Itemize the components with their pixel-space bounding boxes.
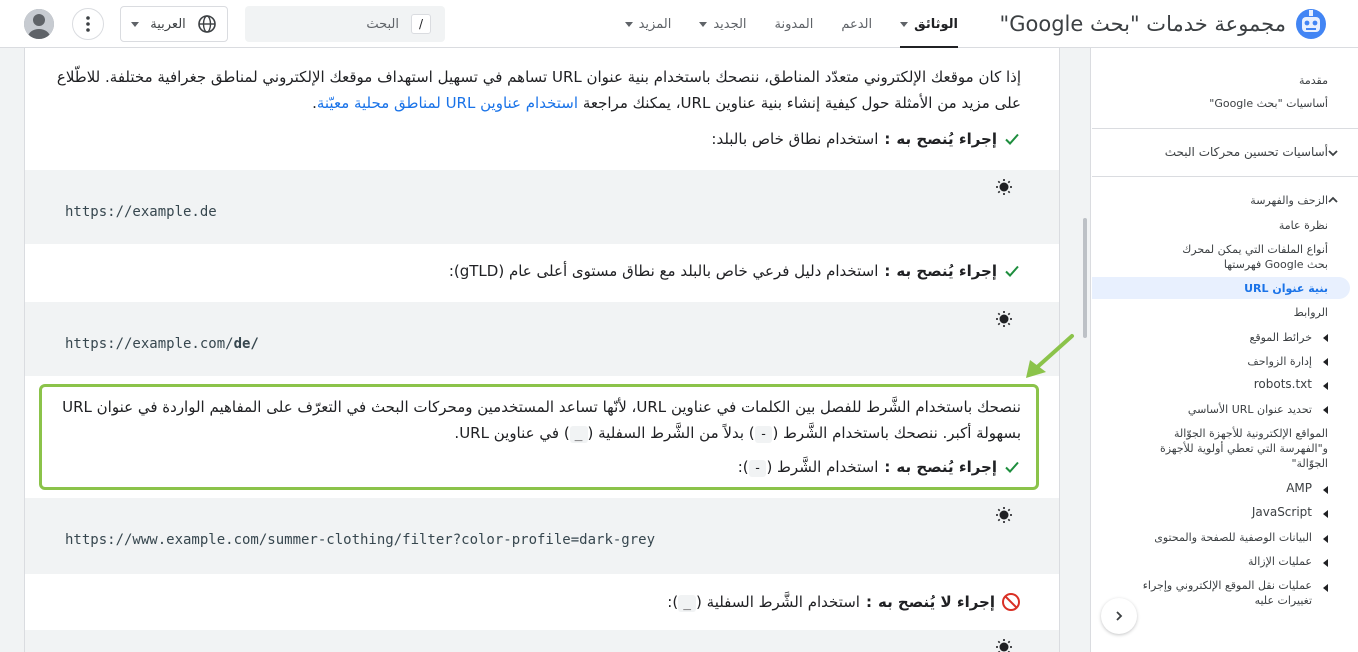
sidebar-item-amp[interactable]: AMP <box>1108 481 1312 496</box>
divider <box>1092 128 1358 129</box>
nav-support[interactable]: الدعم <box>841 0 872 48</box>
globe-icon <box>198 15 216 33</box>
theme-toggle-icon[interactable] <box>995 310 1013 328</box>
expand-arrow-icon[interactable] <box>1323 535 1328 543</box>
sidebar-heading-crawl[interactable]: الزحف والفهرسة <box>1250 194 1328 207</box>
sidebar-item-basics[interactable]: أساسيات "بحث Google" <box>1108 96 1328 111</box>
nav-new[interactable]: الجديد <box>699 0 747 48</box>
sidebar-item-file-types[interactable]: أنواع الملفات التي يمكن لمحرك بحث Google… <box>1158 242 1328 272</box>
chevron-up-icon[interactable] <box>1327 194 1339 206</box>
underscore-chip: _ <box>678 595 697 612</box>
brand[interactable]: مجموعة خدمات "بحث Google" <box>1000 6 1328 42</box>
code-block-2: https://example.com/de/ <box>25 302 1059 376</box>
code-line: https://example.com/de/ <box>65 336 259 352</box>
sidebar-item-mobile[interactable]: المواقع الإلكترونية للأجهزة الجوّالة و"ا… <box>1148 426 1328 471</box>
more-vert-icon <box>86 16 90 32</box>
recommended-text: استخدام دليل فرعي خاص بالبلد مع نطاق مست… <box>448 262 879 280</box>
sidebar-item-site-moves[interactable]: عمليات نقل الموقع الإلكتروني وإجراء تغيي… <box>1132 578 1312 608</box>
google-search-central-logo-icon <box>1296 9 1326 39</box>
code-line: https://www.example.com/summer-clothing/… <box>65 532 656 548</box>
expand-arrow-icon[interactable] <box>1323 406 1328 414</box>
recommended-2: إجراء يُنصح به: استخدام دليل فرعي خاص با… <box>449 262 1021 280</box>
code-block-1: https://example.de <box>25 170 1059 244</box>
expand-arrow-icon[interactable] <box>1323 334 1328 342</box>
intro-paragraph: إذا كان موقعك الإلكتروني متعدّد المناطق،… <box>56 68 1021 112</box>
sidebar-item-javascript[interactable]: JavaScript <box>1108 505 1312 520</box>
sidebar-item-metadata[interactable]: البيانات الوصفية للصفحة والمحتوى <box>1108 530 1312 545</box>
theme-toggle-icon[interactable] <box>995 638 1013 652</box>
nav-docs-label: الوثائق <box>914 16 958 32</box>
code-block-4 <box>25 630 1059 652</box>
expand-arrow-icon[interactable] <box>1323 510 1328 518</box>
recommended-label: إجراء يُنصح به <box>896 262 997 280</box>
code-block-3: https://www.example.com/summer-clothing/… <box>25 498 1059 574</box>
left-nav-sidebar: مقدمة أساسيات "بحث Google" أساسيات تحسين… <box>1083 48 1358 652</box>
more-options-button[interactable] <box>72 8 104 40</box>
top-header: مجموعة خدمات "بحث Google" الوثائق الدعم … <box>0 0 1358 48</box>
language-select[interactable]: العربية <box>120 6 228 42</box>
sidebar-item-removals[interactable]: عمليات الإزالة <box>1108 554 1312 569</box>
sidebar-item-links[interactable]: الروابط <box>1108 305 1328 320</box>
localized-urls-link[interactable]: استخدام عناوين URL لمناطق محلية معيّنة <box>317 94 578 112</box>
chevron-down-icon[interactable] <box>1327 147 1339 159</box>
search-placeholder: البحث <box>366 16 399 32</box>
expand-arrow-icon[interactable] <box>1323 486 1328 494</box>
nav-more[interactable]: المزيد <box>624 0 672 48</box>
theme-toggle-icon[interactable] <box>995 178 1013 196</box>
annotation-arrow-icon <box>1026 334 1074 378</box>
sidebar-heading-seo[interactable]: أساسيات تحسين محركات البحث <box>1165 145 1328 159</box>
sidebar-item-crawlers[interactable]: إدارة الزواحف <box>1108 354 1312 369</box>
sidebar-item-overview[interactable]: نظرة عامة <box>1108 218 1328 233</box>
sidebar-scrollbar[interactable] <box>1083 218 1087 338</box>
search-input[interactable]: / البحث <box>245 6 445 42</box>
not-recommended-text: استخدام الشَّرط السفلية ( <box>696 593 860 611</box>
chevron-right-icon <box>1116 611 1123 621</box>
sidebar-item-robots[interactable]: robots.txt <box>1108 377 1312 392</box>
nav-support-label: الدعم <box>841 16 873 32</box>
sidebar-item-canonical[interactable]: تحديد عنوان URL الأساسي <box>1108 402 1312 417</box>
expand-arrow-icon[interactable] <box>1323 382 1328 390</box>
code-line: https://example.de <box>65 204 217 220</box>
block-icon <box>1002 593 1020 611</box>
chevron-down-icon <box>131 21 139 27</box>
sidebar-heading-intro: مقدمة <box>1298 74 1328 87</box>
code-line-bold: de/ <box>233 336 259 352</box>
nav-docs[interactable]: الوثائق <box>900 0 958 48</box>
check-icon <box>1005 133 1019 145</box>
chevron-down-icon <box>900 21 909 27</box>
check-icon <box>1005 265 1019 277</box>
recommended-1: إجراء يُنصح به: استخدام نطاق خاص بالبلد: <box>711 130 1021 148</box>
chevron-down-icon <box>699 21 708 27</box>
recommended-text: استخدام نطاق خاص بالبلد: <box>711 130 879 148</box>
top-nav: الوثائق الدعم المدونة الجديد المزيد <box>624 0 958 48</box>
expand-arrow-icon[interactable] <box>1323 559 1328 567</box>
recommended-label: إجراء يُنصح به <box>896 130 997 148</box>
not-recommended-1: إجراء لا يُنصح به: استخدام الشَّرط السفل… <box>667 592 1021 612</box>
avatar[interactable] <box>24 9 54 39</box>
language-label: العربية <box>150 16 186 32</box>
annotation-highlight-box <box>39 384 1039 490</box>
search-shortcut-key: / <box>411 14 431 34</box>
nav-blog[interactable]: المدونة <box>775 0 814 48</box>
expand-arrow-icon[interactable] <box>1323 584 1328 592</box>
sidebar-item-sitemaps[interactable]: خرائط الموقع <box>1108 330 1313 345</box>
nav-more-label: المزيد <box>638 16 672 32</box>
nav-blog-label: المدونة <box>774 16 814 32</box>
code-line-prefix: https://example.com/ <box>65 336 234 352</box>
not-recommended-text-end: ): <box>667 593 679 611</box>
expand-arrow-icon[interactable] <box>1323 358 1328 366</box>
divider <box>1092 176 1358 177</box>
nav-new-label: الجديد <box>713 16 747 32</box>
user-avatar-icon <box>24 9 54 39</box>
not-recommended-label: إجراء لا يُنصح به <box>877 593 995 611</box>
chevron-down-icon <box>624 21 633 27</box>
sidebar-item-url-structure[interactable]: بنية عنوان URL <box>1108 281 1328 296</box>
theme-toggle-icon[interactable] <box>995 506 1013 524</box>
collapse-sidebar-button[interactable] <box>1101 598 1137 634</box>
main-content: إذا كان موقعك الإلكتروني متعدّد المناطق،… <box>24 48 1060 652</box>
brand-title: مجموعة خدمات "بحث Google" <box>999 12 1286 36</box>
